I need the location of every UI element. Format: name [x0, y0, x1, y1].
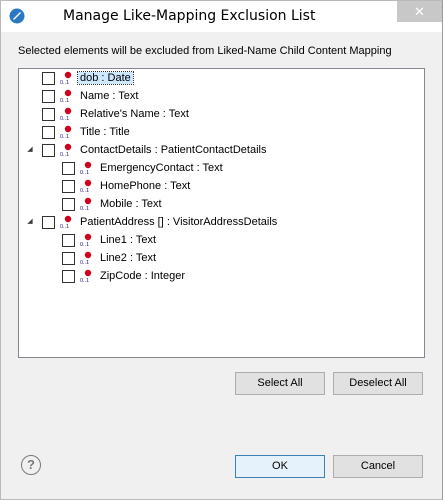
row-checkbox[interactable] — [42, 71, 55, 85]
tree-row[interactable]: 0..1 Relative's Name : Text — [25, 105, 191, 123]
tree-row-label: dob : Date — [77, 71, 134, 85]
dialog-title: Manage Like-Mapping Exclusion List — [63, 8, 316, 24]
app-logo-icon — [9, 8, 25, 24]
title-bar: Manage Like-Mapping Exclusion List ✕ — [1, 1, 442, 32]
instruction-text: Selected elements will be excluded from … — [18, 45, 392, 57]
dialog-window: Manage Like-Mapping Exclusion List ✕ Sel… — [0, 0, 443, 500]
cardinality-badge: 0..1 — [60, 134, 69, 139]
tree-row[interactable]: 0..1 Mobile : Text — [45, 195, 164, 213]
cardinality-badge: 0..1 — [80, 260, 89, 265]
element-node-icon: 0..1 — [60, 107, 72, 121]
help-icon[interactable]: ? — [21, 455, 41, 475]
cardinality-badge: 0..1 — [80, 242, 89, 247]
collapse-arrow-icon[interactable]: ◢ — [25, 217, 35, 227]
element-node-icon: 0..1 — [60, 71, 72, 85]
element-node-icon: 0..1 — [60, 89, 72, 103]
cardinality-badge: 0..1 — [80, 170, 89, 175]
element-node-icon: 0..1 — [60, 125, 72, 139]
tree-row-label: Mobile : Text — [100, 198, 162, 210]
element-node-icon: 0..1 — [80, 179, 92, 193]
cardinality-badge: 0..1 — [60, 80, 69, 85]
row-checkbox[interactable] — [42, 215, 55, 229]
row-checkbox[interactable] — [42, 107, 55, 121]
tree-row[interactable]: 0..1 Name : Text — [25, 87, 141, 105]
element-node-icon: 0..1 — [60, 215, 72, 229]
row-checkbox[interactable] — [62, 251, 75, 265]
deselect-all-button[interactable]: Deselect All — [333, 372, 423, 395]
row-checkbox[interactable] — [62, 161, 75, 175]
tree-row[interactable]: 0..1 dob : Date — [25, 69, 134, 87]
collapse-arrow-icon[interactable]: ◢ — [25, 145, 35, 155]
element-node-icon: 0..1 — [80, 251, 92, 265]
tree-row[interactable]: 0..1 Line1 : Text — [45, 231, 158, 249]
cardinality-badge: 0..1 — [60, 116, 69, 121]
ok-button[interactable]: OK — [235, 455, 325, 478]
cardinality-badge: 0..1 — [80, 206, 89, 211]
cancel-button[interactable]: Cancel — [333, 455, 423, 478]
tree-row[interactable]: 0..1 HomePhone : Text — [45, 177, 192, 195]
tree-row[interactable]: 0..1 Line2 : Text — [45, 249, 158, 267]
close-button[interactable]: ✕ — [397, 1, 442, 22]
tree-row[interactable]: 0..1 EmergencyContact : Text — [45, 159, 225, 177]
tree-row-label: PatientAddress [] : VisitorAddressDetail… — [80, 216, 278, 228]
cardinality-badge: 0..1 — [60, 224, 69, 229]
tree-row-label: Name : Text — [80, 90, 139, 102]
row-checkbox[interactable] — [62, 233, 75, 247]
tree-row-label: Line2 : Text — [100, 252, 157, 264]
tree-row[interactable]: ◢ 0..1 ContactDetails : PatientContactDeta… — [25, 141, 268, 159]
tree-row[interactable]: 0..1 Title : Title — [25, 123, 132, 141]
tree-row[interactable]: ◢ 0..1 PatientAddress [] : VisitorAddressD… — [25, 213, 279, 231]
cardinality-badge: 0..1 — [60, 98, 69, 103]
element-node-icon: 0..1 — [80, 233, 92, 247]
tree-row-label: Line1 : Text — [100, 234, 157, 246]
tree-row-label: ContactDetails : PatientContactDetails — [80, 144, 267, 156]
row-checkbox[interactable] — [42, 89, 55, 103]
tree-row[interactable]: 0..1 ZipCode : Integer — [45, 267, 187, 285]
tree-row-label: Title : Title — [80, 126, 130, 138]
row-checkbox[interactable] — [62, 269, 75, 283]
tree-row-label: Relative's Name : Text — [80, 108, 189, 120]
exclusion-tree[interactable]: 0..1 dob : Date 0..1 Name : Text 0..1 Relativ… — [18, 68, 425, 358]
element-node-icon: 0..1 — [60, 143, 72, 157]
element-node-icon: 0..1 — [80, 161, 92, 175]
row-checkbox[interactable] — [42, 125, 55, 139]
select-all-button[interactable]: Select All — [235, 372, 325, 395]
tree-row-label: HomePhone : Text — [100, 180, 191, 192]
row-checkbox[interactable] — [42, 143, 55, 157]
row-checkbox[interactable] — [62, 197, 75, 211]
cardinality-badge: 0..1 — [80, 278, 89, 283]
row-checkbox[interactable] — [62, 179, 75, 193]
tree-row-label: ZipCode : Integer — [100, 270, 185, 282]
tree-row-label: EmergencyContact : Text — [100, 162, 223, 174]
cardinality-badge: 0..1 — [80, 188, 89, 193]
cardinality-badge: 0..1 — [60, 152, 69, 157]
element-node-icon: 0..1 — [80, 197, 92, 211]
element-node-icon: 0..1 — [80, 269, 92, 283]
